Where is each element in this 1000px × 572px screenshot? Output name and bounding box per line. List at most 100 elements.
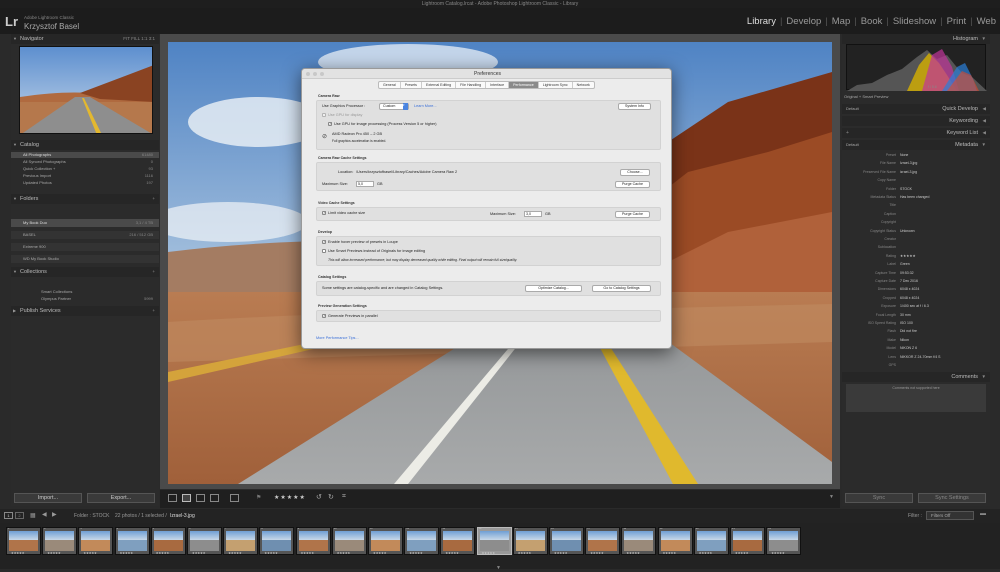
metadata-row[interactable]: Preset None [842, 152, 990, 159]
metadata-row[interactable]: Title [842, 202, 990, 209]
rotate-left-icon[interactable]: ↺ [316, 493, 322, 501]
tab-file-handling[interactable]: File Handling [456, 82, 487, 88]
metadata-row[interactable]: Model NIKON Z 6 [842, 345, 990, 352]
filmstrip-thumbnail[interactable]: 10 ★★★★★ [331, 527, 367, 555]
metadata-value[interactable]: STOCK [900, 186, 912, 193]
add-collection-icon[interactable]: + [152, 267, 155, 277]
metadata-row[interactable]: GPS [842, 362, 990, 369]
metadata-row[interactable]: Capture Date 7 Dec 2016 [842, 278, 990, 285]
metadata-row[interactable]: Sublocation [842, 244, 990, 251]
parallel-previews-checkbox[interactable] [322, 313, 326, 318]
cache-max-size-input[interactable]: 5,0 [356, 181, 374, 187]
catalog-item[interactable]: Updated Photos 197 [11, 180, 159, 186]
metadata-value[interactable]: NIKON Z 6 [900, 345, 917, 352]
filmstrip-thumbnail[interactable]: 5 ★★★★★ [150, 527, 186, 555]
catalog-item[interactable]: All Photographs 61480 [11, 152, 159, 158]
metadata-row[interactable]: Metadata Status Has been changed [842, 194, 990, 201]
metadata-preset[interactable]: Default [846, 140, 859, 150]
metadata-row[interactable]: Focal Length 30 mm [842, 312, 990, 319]
metadata-value[interactable]: Green [900, 261, 910, 268]
hover-preview-checkbox[interactable] [322, 239, 326, 244]
close-window-icon[interactable] [306, 72, 310, 76]
filmstrip-thumbnail[interactable]: 9 ★★★★★ [295, 527, 331, 555]
forward-arrow-icon[interactable]: ▶ [52, 511, 57, 518]
metadata-value[interactable]: Nikon [900, 337, 909, 344]
metadata-value[interactable]: None [900, 152, 908, 159]
optimize-catalog-button[interactable]: Optimize Catalog... [525, 285, 582, 292]
tab-network[interactable]: Network [573, 82, 594, 88]
tab-interface[interactable]: Interface [486, 82, 510, 88]
module-print[interactable]: Print [947, 16, 967, 27]
performance-tips-link[interactable]: More Performance Tips... [316, 336, 359, 340]
filmstrip-thumbnail[interactable]: 1 ★★★★★ [6, 527, 41, 555]
gpu-processing-checkbox[interactable] [328, 121, 332, 126]
metadata-value[interactable]: ★★★★★ [900, 253, 916, 260]
go-to-catalog-settings-button[interactable]: Go to Catalog Settings [592, 285, 651, 292]
metadata-row[interactable]: File Name Izrael-3.jpg [842, 160, 990, 167]
page-2-button[interactable]: 2 [15, 512, 24, 519]
metadata-row[interactable]: Label Green [842, 261, 990, 268]
tab-presets[interactable]: Presets [401, 82, 422, 88]
metadata-row[interactable]: Dimensions 6048 x 4024 [842, 286, 990, 293]
metadata-row[interactable]: Copyright [842, 219, 990, 226]
compare-view-icon[interactable] [196, 494, 205, 502]
toolbar-menu-icon[interactable]: ▼ [829, 494, 834, 500]
keyword-list-header[interactable]: + Keyword List ◀ [842, 128, 990, 138]
page-1-button[interactable]: 1 [4, 512, 13, 519]
module-web[interactable]: Web [977, 16, 996, 27]
metadata-value[interactable]: 1/400 sec at f / 6.3 [900, 303, 929, 310]
filmstrip-thumbnail[interactable]: 22 ★★★★★ [766, 527, 802, 555]
navigator-header[interactable]: ▼ Navigator FIT FILL 1:1 3:1 [11, 34, 159, 44]
export-button[interactable]: Export... [87, 493, 155, 503]
filmstrip-thumbnail[interactable]: 4 ★★★★★ [114, 527, 150, 555]
folder-item[interactable]: BASEL 216 / 512 GB [11, 231, 159, 239]
filter-select[interactable]: Filters Off [926, 511, 974, 520]
gpu-display-checkbox[interactable] [322, 113, 326, 117]
metadata-value[interactable]: Unknown [900, 228, 915, 235]
rating-stars[interactable]: ★★★★★ [274, 494, 306, 501]
module-library[interactable]: Library [747, 16, 776, 27]
metadata-value[interactable]: 6048 x 4024 [900, 295, 919, 302]
catalog-item[interactable]: Quick Collection + 93 [11, 166, 159, 172]
quick-develop-preset[interactable]: Default [846, 104, 859, 114]
tab-general[interactable]: General [379, 82, 401, 88]
filmstrip-thumbnail[interactable]: 21 ★★★★★ [730, 527, 765, 555]
limit-video-cache-checkbox[interactable] [322, 210, 326, 215]
purge-video-cache-button[interactable]: Purge Cache [615, 211, 650, 218]
metadata-row[interactable]: Cropped 6048 x 4024 [842, 295, 990, 302]
metadata-row[interactable]: Preserved File Name izrael-3.jpg [842, 169, 990, 176]
module-develop[interactable]: Develop [786, 16, 821, 27]
metadata-value[interactable]: Izrael-3.jpg [900, 160, 917, 167]
quick-develop-header[interactable]: Default Quick Develop ◀ [842, 104, 990, 114]
back-arrow-icon[interactable]: ◀ [42, 511, 47, 518]
tab-external-editing[interactable]: External Editing [422, 82, 457, 88]
metadata-value[interactable]: ISO 100 [900, 320, 913, 327]
histogram[interactable] [846, 44, 987, 91]
import-button[interactable]: Import... [14, 493, 82, 503]
metadata-row[interactable]: Flash Did not fire [842, 328, 990, 335]
chevron-down-icon[interactable]: ▼ [496, 565, 501, 571]
metadata-row[interactable]: Copy Name [842, 177, 990, 184]
filmstrip-thumbnail[interactable]: 20 ★★★★★ [693, 527, 729, 555]
source-folder[interactable]: Folder : STOCK [74, 513, 109, 519]
filmstrip-thumbnail[interactable]: 12 ★★★★★ [404, 527, 440, 555]
choose-cache-button[interactable]: Choose... [620, 169, 650, 176]
catalog-item[interactable]: All Synced Photographs 0 [11, 159, 159, 165]
folder-item[interactable]: Extreme 900 [11, 243, 159, 251]
metadata-row[interactable]: Copyright Status Unknown [842, 228, 990, 235]
crop-overlay-icon[interactable]: ⌗ [342, 493, 346, 501]
folder-item[interactable]: My Book Duo 3,1 / 4 TB [11, 219, 159, 227]
grid-view-icon[interactable] [168, 494, 177, 502]
filmstrip-thumbnail[interactable]: 6 ★★★★★ [187, 527, 222, 555]
filmstrip-thumbnail[interactable]: 15 ★★★★★ [512, 527, 548, 555]
navigator-preview[interactable] [19, 46, 153, 134]
metadata-value[interactable]: 30 mm [900, 312, 911, 319]
zoom-window-icon[interactable] [320, 72, 324, 76]
filmstrip-thumbnail[interactable]: 2 ★★★★★ [42, 527, 78, 555]
smart-previews-checkbox[interactable] [322, 249, 326, 253]
publish-services-header[interactable]: ▶ Publish Services + [11, 306, 159, 316]
metadata-value[interactable]: 7 Dec 2016 [900, 278, 918, 285]
keywording-header[interactable]: Keywording ◀ [842, 116, 990, 126]
navigator-zoom-options[interactable]: FIT FILL 1:1 3:1 [123, 34, 155, 44]
collection-item[interactable]: Olympus Partner 5999 [11, 296, 159, 302]
